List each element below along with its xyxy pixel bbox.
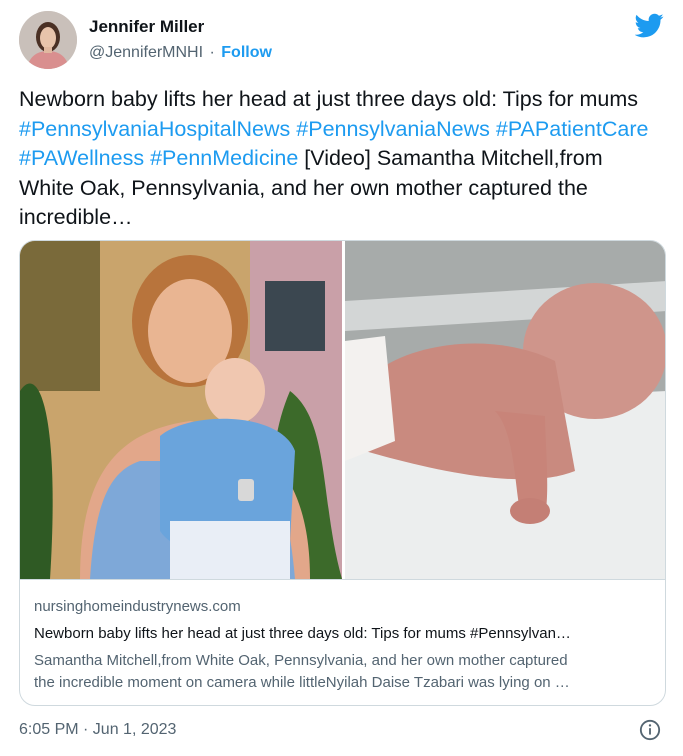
card-description: Samantha Mitchell,from White Oak, Pennsy… (34, 650, 654, 694)
hashtag-papatientcare[interactable]: #PAPatientCare (496, 117, 649, 141)
tweet-timestamp[interactable]: 6:05 PM · Jun 1, 2023 (19, 721, 176, 739)
link-card[interactable]: nursinghomeindustrynews.com Newborn baby… (19, 240, 666, 706)
card-description-line-1: Samantha Mitchell,from White Oak, Pennsy… (34, 652, 568, 669)
author-handle[interactable]: @JenniferMNHI (89, 44, 203, 61)
tweet-embed: Jennifer Miller @JenniferMNHI · Follow N… (0, 0, 683, 756)
author-name[interactable]: Jennifer Miller (89, 17, 204, 37)
hashtag-pennmedicine[interactable]: #PennMedicine (150, 146, 298, 170)
card-body[interactable]: nursinghomeindustrynews.com Newborn baby… (20, 579, 665, 705)
tweet-text-intro: Newborn baby lifts her head at just thre… (19, 87, 639, 111)
tweet-text-video-tag: [Video] (304, 146, 371, 170)
separator-dot: · (209, 44, 215, 61)
card-title: Newborn baby lifts her head at just thre… (34, 625, 571, 642)
info-icon[interactable] (639, 719, 661, 741)
card-domain: nursinghomeindustrynews.com (34, 598, 241, 615)
twitter-bird-icon[interactable] (635, 11, 664, 40)
follow-button[interactable]: Follow (221, 44, 272, 61)
hashtag-pawellness[interactable]: #PAWellness (19, 146, 144, 170)
tweet-text: Newborn baby lifts her head at just thre… (19, 85, 659, 233)
hashtag-pennsylvanianews[interactable]: #PennsylvaniaNews (296, 117, 490, 141)
card-image-mother-and-baby[interactable] (20, 241, 342, 579)
hashtag-pennsylvaniahospitalnews[interactable]: #PennsylvaniaHospitalNews (19, 117, 290, 141)
avatar[interactable] (19, 11, 77, 69)
card-description-line-2: the incredible moment on camera while li… (34, 674, 570, 691)
card-media[interactable] (20, 241, 665, 579)
card-image-baby-lifting-head[interactable] (345, 241, 665, 579)
tweet-header: Jennifer Miller @JenniferMNHI · Follow (19, 11, 664, 71)
author-handle-row: @JenniferMNHI · Follow (89, 44, 272, 62)
